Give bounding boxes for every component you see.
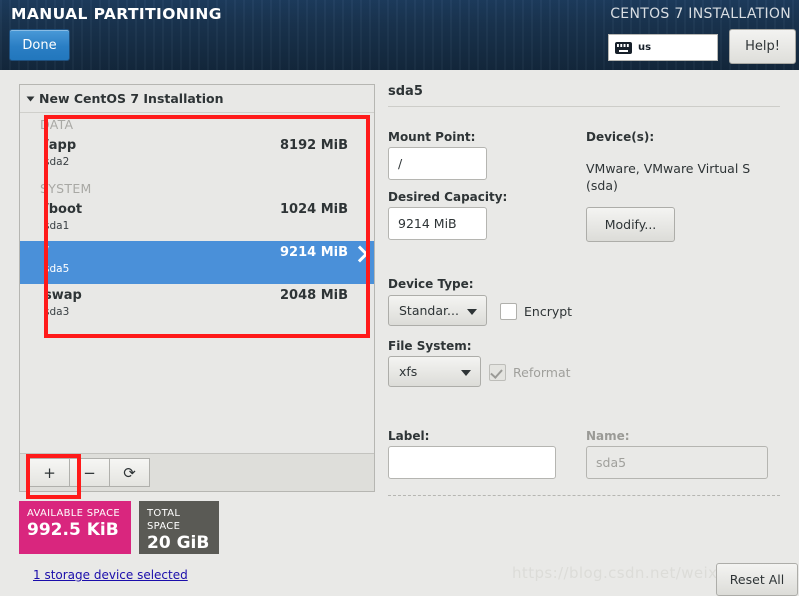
desired-capacity-value: 9214 MiB — [398, 216, 457, 231]
partition-row-swap[interactable]: swap sda3 2048 MiB — [20, 284, 374, 327]
total-space-caption: TOTAL SPACE — [147, 507, 211, 533]
storage-device-link[interactable]: 1 storage device selected — [33, 568, 188, 582]
page-title: MANUAL PARTITIONING — [11, 5, 222, 23]
checkbox-checked-icon — [489, 364, 506, 381]
chevron-down-icon — [27, 96, 35, 101]
plus-icon: + — [43, 464, 56, 482]
chevron-down-icon — [467, 309, 477, 315]
checkbox-icon — [500, 303, 517, 320]
name-input: sda5 — [586, 446, 768, 479]
reformat-label: Reformat — [513, 365, 571, 380]
partition-size: 8192 MiB — [280, 138, 348, 153]
total-space-value: 20 GiB — [147, 533, 211, 554]
file-system-label: File System: — [388, 339, 472, 353]
add-partition-button[interactable]: + — [29, 458, 70, 487]
done-button-label: Done — [22, 38, 56, 53]
refresh-partitions-button[interactable]: ⟳ — [109, 458, 150, 487]
reformat-checkbox[interactable]: Reformat — [489, 364, 571, 381]
available-space-caption: AVAILABLE SPACE — [27, 507, 123, 520]
partition-details-panel: sda5 Mount Point: / Desired Capacity: 92… — [388, 84, 788, 554]
partition-size: 9214 MiB — [280, 245, 348, 260]
partition-device: sda3 — [44, 305, 364, 319]
keyboard-layout-indicator[interactable]: us — [608, 34, 718, 61]
total-space-box: TOTAL SPACE 20 GiB — [139, 501, 219, 554]
keyboard-icon — [615, 42, 632, 54]
mount-point-label: Mount Point: — [388, 130, 475, 144]
partition-row-root[interactable]: / sda5 9214 MiB — [20, 241, 374, 284]
installation-root-header[interactable]: New CentOS 7 Installation — [20, 85, 374, 113]
minus-icon: − — [83, 464, 96, 482]
partition-size: 2048 MiB — [280, 288, 348, 303]
partition-toolbar: + − ⟳ — [20, 453, 374, 491]
file-system-select[interactable]: xfs — [388, 356, 481, 387]
partition-list: DATA /app sda2 8192 MiB SYSTEM /boot sda… — [20, 113, 374, 453]
label-field-label: Label: — [388, 429, 429, 443]
available-space-box: AVAILABLE SPACE 992.5 KiB — [19, 501, 131, 554]
keyboard-layout-label: us — [638, 42, 651, 53]
partition-device: sda2 — [44, 155, 364, 169]
available-space-value: 992.5 KiB — [27, 520, 123, 541]
device-type-value: Standar... — [399, 303, 459, 318]
partition-row-app[interactable]: /app sda2 8192 MiB — [20, 134, 374, 177]
reset-all-label: Reset All — [730, 572, 784, 587]
devices-label: Device(s): — [586, 130, 654, 144]
partition-size: 1024 MiB — [280, 202, 348, 217]
mount-point-value: / — [398, 156, 402, 171]
desired-capacity-input[interactable]: 9214 MiB — [388, 207, 487, 240]
done-button[interactable]: Done — [9, 29, 70, 61]
details-bottom-divider — [388, 495, 780, 496]
encrypt-checkbox[interactable]: Encrypt — [500, 303, 572, 320]
devices-value: VMware, VMware Virtual S (sda) — [586, 160, 766, 194]
mount-point-input[interactable]: / — [388, 147, 487, 180]
file-system-value: xfs — [399, 364, 417, 379]
partition-device: sda5 — [44, 262, 364, 276]
device-type-select[interactable]: Standar... — [388, 295, 487, 326]
partition-group-label-system: SYSTEM — [20, 177, 374, 198]
partition-group-label-data: DATA — [20, 113, 374, 134]
top-header-bar: MANUAL PARTITIONING CENTOS 7 INSTALLATIO… — [0, 0, 799, 70]
name-field-label: Name: — [586, 429, 630, 443]
partition-list-panel: New CentOS 7 Installation DATA /app sda2… — [19, 84, 375, 492]
encrypt-label: Encrypt — [524, 304, 572, 319]
partition-device: sda1 — [44, 219, 364, 233]
name-value: sda5 — [596, 455, 626, 470]
chevron-down-icon — [461, 370, 471, 376]
reset-all-button[interactable]: Reset All — [716, 563, 798, 596]
refresh-icon: ⟳ — [123, 464, 136, 482]
modify-button[interactable]: Modify... — [586, 207, 675, 242]
device-type-label: Device Type: — [388, 277, 474, 291]
remove-partition-button[interactable]: − — [69, 458, 110, 487]
installation-root-label: New CentOS 7 Installation — [39, 91, 224, 106]
help-button[interactable]: Help! — [729, 29, 796, 64]
details-title: sda5 — [388, 84, 788, 106]
desired-capacity-label: Desired Capacity: — [388, 190, 507, 204]
help-button-label: Help! — [745, 39, 780, 54]
modify-button-label: Modify... — [605, 217, 657, 232]
details-divider — [388, 106, 780, 107]
product-title: CENTOS 7 INSTALLATION — [610, 6, 791, 22]
partition-row-boot[interactable]: /boot sda1 1024 MiB — [20, 198, 374, 241]
label-input[interactable] — [388, 446, 556, 479]
